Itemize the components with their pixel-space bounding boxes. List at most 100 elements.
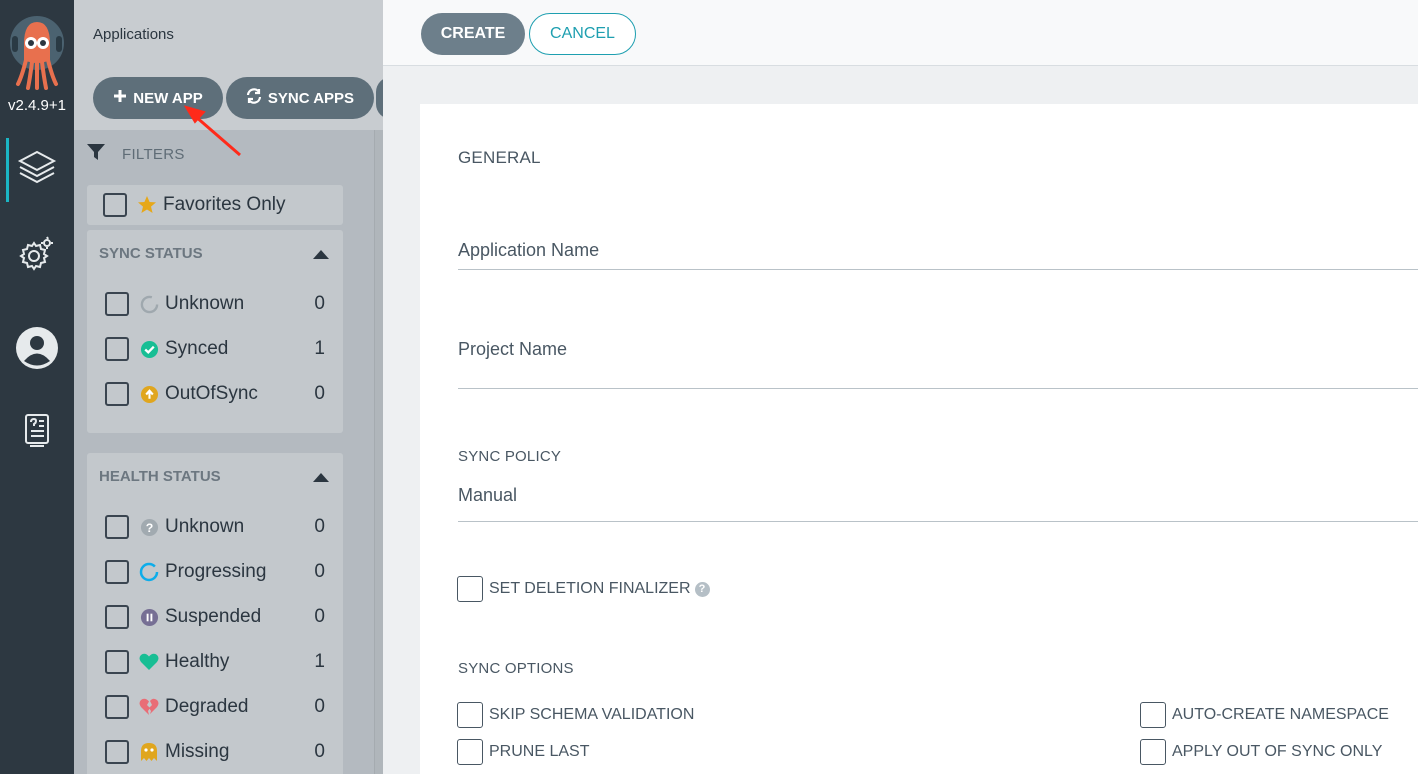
skip-schema-validation-label: SKIP SCHEMA VALIDATION xyxy=(489,706,695,723)
nav-user-info[interactable] xyxy=(0,320,74,380)
checkbox[interactable] xyxy=(105,605,129,629)
star-icon xyxy=(137,195,157,215)
page-title: Applications xyxy=(93,26,174,43)
prune-last-label: PRUNE LAST xyxy=(489,743,590,760)
checkbox[interactable] xyxy=(105,740,129,764)
new-app-form: GENERAL Application Name Project Name SY… xyxy=(420,104,1418,774)
sync-icon xyxy=(246,88,262,108)
sync-filter-outofsync[interactable]: OutOfSync 0 xyxy=(105,379,325,409)
filter-icon xyxy=(86,142,106,166)
question-circle-icon: ? xyxy=(139,517,159,537)
filter-label: OutOfSync xyxy=(165,383,258,404)
apply-out-of-sync-only-checkbox[interactable] xyxy=(1140,739,1166,765)
favorites-checkbox[interactable] xyxy=(103,193,127,217)
sync-filter-synced[interactable]: Synced 1 xyxy=(105,334,325,364)
circle-notch-icon xyxy=(139,294,159,314)
health-filter-degraded[interactable]: Degraded 0 xyxy=(105,692,325,722)
sync-filter-unknown[interactable]: Unknown 0 xyxy=(105,289,325,319)
apps-header: Applications xyxy=(74,0,383,70)
applications-panel: Applications NEW APP SYNC APPS FILTERS F… xyxy=(74,0,383,774)
ghost-icon xyxy=(139,742,159,762)
filter-count: 0 xyxy=(314,561,325,582)
auto-create-namespace-label: AUTO-CREATE NAMESPACE xyxy=(1172,706,1389,723)
collapse-caret-icon[interactable] xyxy=(313,250,329,259)
nav-documentation[interactable] xyxy=(0,403,74,463)
filter-label: Synced xyxy=(165,338,229,359)
create-button[interactable]: CREATE xyxy=(421,13,525,55)
nav-settings[interactable] xyxy=(0,225,74,285)
new-app-button[interactable]: NEW APP xyxy=(93,77,223,119)
filter-count: 0 xyxy=(314,516,325,537)
filter-count: 0 xyxy=(314,293,325,314)
deletion-finalizer-checkbox[interactable] xyxy=(457,576,483,602)
help-icon[interactable]: ? xyxy=(694,581,710,597)
favorites-label: Favorites Only xyxy=(163,194,286,215)
svg-text:?: ? xyxy=(145,520,153,534)
checkbox[interactable] xyxy=(105,292,129,316)
general-section-title: GENERAL xyxy=(458,148,541,167)
project-name-label: Project Name xyxy=(458,339,568,359)
check-circle-icon xyxy=(139,339,159,359)
auto-create-namespace-option[interactable]: AUTO-CREATE NAMESPACE xyxy=(1140,702,1389,728)
checkbox[interactable] xyxy=(105,560,129,584)
filter-count: 0 xyxy=(314,606,325,627)
application-name-label: Application Name xyxy=(458,240,600,260)
health-filter-missing[interactable]: Missing 0 xyxy=(105,737,325,767)
new-app-label: NEW APP xyxy=(133,89,203,107)
version-label: v2.4.9+1 xyxy=(8,97,66,114)
arrow-up-circle-icon xyxy=(139,384,159,404)
sync-policy-value: Manual xyxy=(458,485,518,505)
sync-status-title: SYNC STATUS xyxy=(99,245,203,262)
layers-icon xyxy=(17,146,57,191)
health-filter-suspended[interactable]: Suspended 0 xyxy=(105,602,325,632)
cancel-button[interactable]: CANCEL xyxy=(529,13,636,55)
filter-label: Missing xyxy=(165,741,230,762)
filters-scrollbar[interactable] xyxy=(374,130,383,774)
refresh-apps-button[interactable] xyxy=(376,77,383,119)
health-status-filter: HEALTH STATUS ? Unknown 0 Progressing 0 … xyxy=(87,453,343,774)
filters-header: FILTERS xyxy=(86,142,185,166)
favorites-filter[interactable]: Favorites Only xyxy=(87,185,343,225)
nav-applications[interactable] xyxy=(0,138,74,202)
sync-apps-button[interactable]: SYNC APPS xyxy=(226,77,374,119)
filters-label: FILTERS xyxy=(122,145,185,163)
prune-last-option[interactable]: PRUNE LAST xyxy=(457,739,589,765)
slideout-toolbar: CREATE CANCEL xyxy=(383,0,1418,66)
argo-logo[interactable] xyxy=(8,14,66,90)
settings-icon xyxy=(17,233,57,278)
skip-schema-validation-option[interactable]: SKIP SCHEMA VALIDATION xyxy=(457,702,694,728)
sync-policy-label: SYNC POLICY xyxy=(458,448,562,465)
checkbox[interactable] xyxy=(105,515,129,539)
auto-create-namespace-checkbox[interactable] xyxy=(1140,702,1166,728)
heart-icon xyxy=(139,652,159,672)
checkbox[interactable] xyxy=(105,337,129,361)
checkbox[interactable] xyxy=(105,695,129,719)
filter-label: Unknown xyxy=(165,516,245,537)
spinner-icon xyxy=(139,562,159,582)
prune-last-checkbox[interactable] xyxy=(457,739,483,765)
application-name-input[interactable]: Application Name xyxy=(458,224,1418,270)
filter-count: 1 xyxy=(314,651,325,672)
deletion-finalizer-option[interactable]: SET DELETION FINALIZER ? xyxy=(457,576,710,602)
checkbox[interactable] xyxy=(105,650,129,674)
deletion-finalizer-label: SET DELETION FINALIZER xyxy=(489,580,691,597)
collapse-caret-icon[interactable] xyxy=(313,473,329,482)
sync-policy-select[interactable]: Manual xyxy=(458,474,1418,522)
skip-schema-validation-checkbox[interactable] xyxy=(457,702,483,728)
apply-out-of-sync-only-option[interactable]: APPLY OUT OF SYNC ONLY xyxy=(1140,739,1382,765)
filter-label: Degraded xyxy=(165,696,249,717)
checkbox[interactable] xyxy=(105,382,129,406)
filter-label: Progressing xyxy=(165,561,267,582)
project-name-input[interactable]: Project Name xyxy=(458,324,1418,389)
filter-count: 0 xyxy=(314,741,325,762)
health-filter-progressing[interactable]: Progressing 0 xyxy=(105,557,325,587)
filter-count: 0 xyxy=(314,696,325,717)
pause-circle-icon xyxy=(139,607,159,627)
filter-count: 0 xyxy=(314,383,325,404)
health-filter-unknown[interactable]: ? Unknown 0 xyxy=(105,512,325,542)
user-icon xyxy=(15,326,59,375)
health-status-title: HEALTH STATUS xyxy=(99,468,221,485)
health-filter-healthy[interactable]: Healthy 1 xyxy=(105,647,325,677)
sync-status-filter: SYNC STATUS Unknown 0 Synced 1 OutOfSync… xyxy=(87,230,343,433)
left-nav: v2.4.9+1 xyxy=(0,0,74,774)
